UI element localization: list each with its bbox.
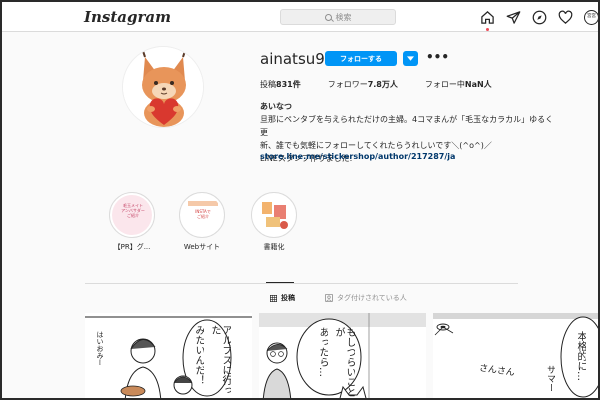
followers-stat-label: フォロワー [327, 80, 368, 89]
profile-avatar-button[interactable]: 宮宮 [584, 9, 598, 25]
post-caption: あったら… [317, 327, 328, 377]
highlight-label: 【PR】グ... [113, 243, 151, 251]
post-thumbnail[interactable]: 本格的に… さんさん サマー [433, 313, 598, 398]
post-caption: アルプスに行った [209, 325, 231, 395]
heart-icon[interactable] [558, 10, 573, 25]
more-options-icon[interactable]: ••• [426, 50, 449, 64]
highlight-thumbnail: INSTAで ご紹介 [179, 192, 225, 238]
post-caption: もしつらいことが [333, 327, 355, 397]
post-thumbnail[interactable]: もしつらいことが あったら… [259, 313, 426, 398]
highlight-thumbnail: 毛玉メイト アンバサダー ご紹介 [109, 192, 155, 238]
search-icon [324, 13, 332, 21]
nav-icons: 宮宮 [480, 8, 598, 31]
suggested-accounts-button[interactable] [403, 51, 418, 66]
highlight-book[interactable]: 書籍化 [244, 192, 304, 252]
highlight-thumbnail [251, 192, 297, 238]
following-stat[interactable]: フォロー中NaN人 [425, 79, 492, 90]
top-nav: Instagram 検索 宮宮 [2, 2, 598, 32]
tabs-divider [85, 283, 518, 284]
follow-button[interactable]: フォローする [325, 51, 397, 66]
highlight-label: Webサイト [183, 243, 221, 251]
profile-link[interactable]: store.line.me/stickershop/author/217287/… [260, 152, 455, 161]
notification-dot [486, 27, 489, 31]
post-caption: みたいんだ！ [193, 325, 204, 385]
highlight-thumb-text: ご紹介 [127, 213, 139, 218]
search-input[interactable]: 検索 [280, 9, 396, 25]
explore-icon[interactable] [532, 10, 547, 25]
active-tab-indicator [266, 282, 294, 283]
highlight-image [254, 195, 294, 235]
post-caption: はいおみー [96, 331, 104, 366]
tab-tagged-label: タグ付けされている人 [337, 294, 407, 302]
direct-message-icon[interactable] [506, 10, 521, 25]
posts-stat: 投稿831件 [260, 79, 301, 90]
followers-stat-count: 7.8万人 [367, 80, 398, 89]
highlight-image: 毛玉メイト アンバサダー ご紹介 [112, 195, 152, 235]
post-caption: サマー [545, 365, 555, 392]
posts-stat-count: 831件 [276, 80, 301, 89]
chevron-down-icon [407, 56, 414, 61]
highlight-image: INSTAで ご紹介 [182, 195, 222, 235]
highlight-thumb-text: ご紹介 [197, 214, 209, 219]
highlight-label: 書籍化 [263, 243, 285, 251]
caracal-illustration [123, 47, 203, 127]
tagged-user-icon [325, 294, 333, 302]
following-stat-label: フォロー中 [424, 80, 465, 89]
grid-icon [270, 294, 277, 302]
posts-stat-label: 投稿 [260, 80, 276, 89]
post-caption: 本格的に… [575, 331, 586, 381]
browser-frame: Instagram 検索 宮宮 ainatsu9 フォローする ••• 投稿83… [0, 0, 600, 400]
highlight-pr[interactable]: 毛玉メイト アンバサダー ご紹介 【PR】グ... [102, 192, 162, 252]
search-placeholder: 検索 [335, 12, 352, 22]
bio-line: 旦那にペンタブを与えられただけの主婦。4コマまんが「毛玉なカラカル」ゆるく更 [260, 115, 554, 137]
tab-posts[interactable]: 投稿 [270, 293, 295, 303]
instagram-logo[interactable]: Instagram [84, 8, 171, 26]
followers-stat[interactable]: フォロワー7.8万人 [328, 79, 398, 90]
tab-tagged[interactable]: タグ付けされている人 [325, 293, 407, 303]
post-thumbnail[interactable]: はいおみー アルプスに行った みたいんだ！ [85, 313, 252, 398]
profile-picture[interactable] [122, 46, 204, 128]
profile-stats: 投稿831件 フォロワー7.8万人 フォロー中NaN人 [260, 79, 492, 90]
profile-full-name: あいなつ [260, 102, 292, 111]
bio-line: 新、誰でも気軽にフォローしてくれたらうれしいです＼(^o^)／ [260, 141, 492, 150]
highlight-website[interactable]: INSTAで ご紹介 Webサイト [172, 192, 232, 252]
home-icon[interactable] [480, 10, 495, 31]
tab-posts-label: 投稿 [281, 294, 295, 302]
following-stat-count: NaN人 [464, 80, 492, 89]
profile-username: ainatsu9 [260, 50, 325, 68]
